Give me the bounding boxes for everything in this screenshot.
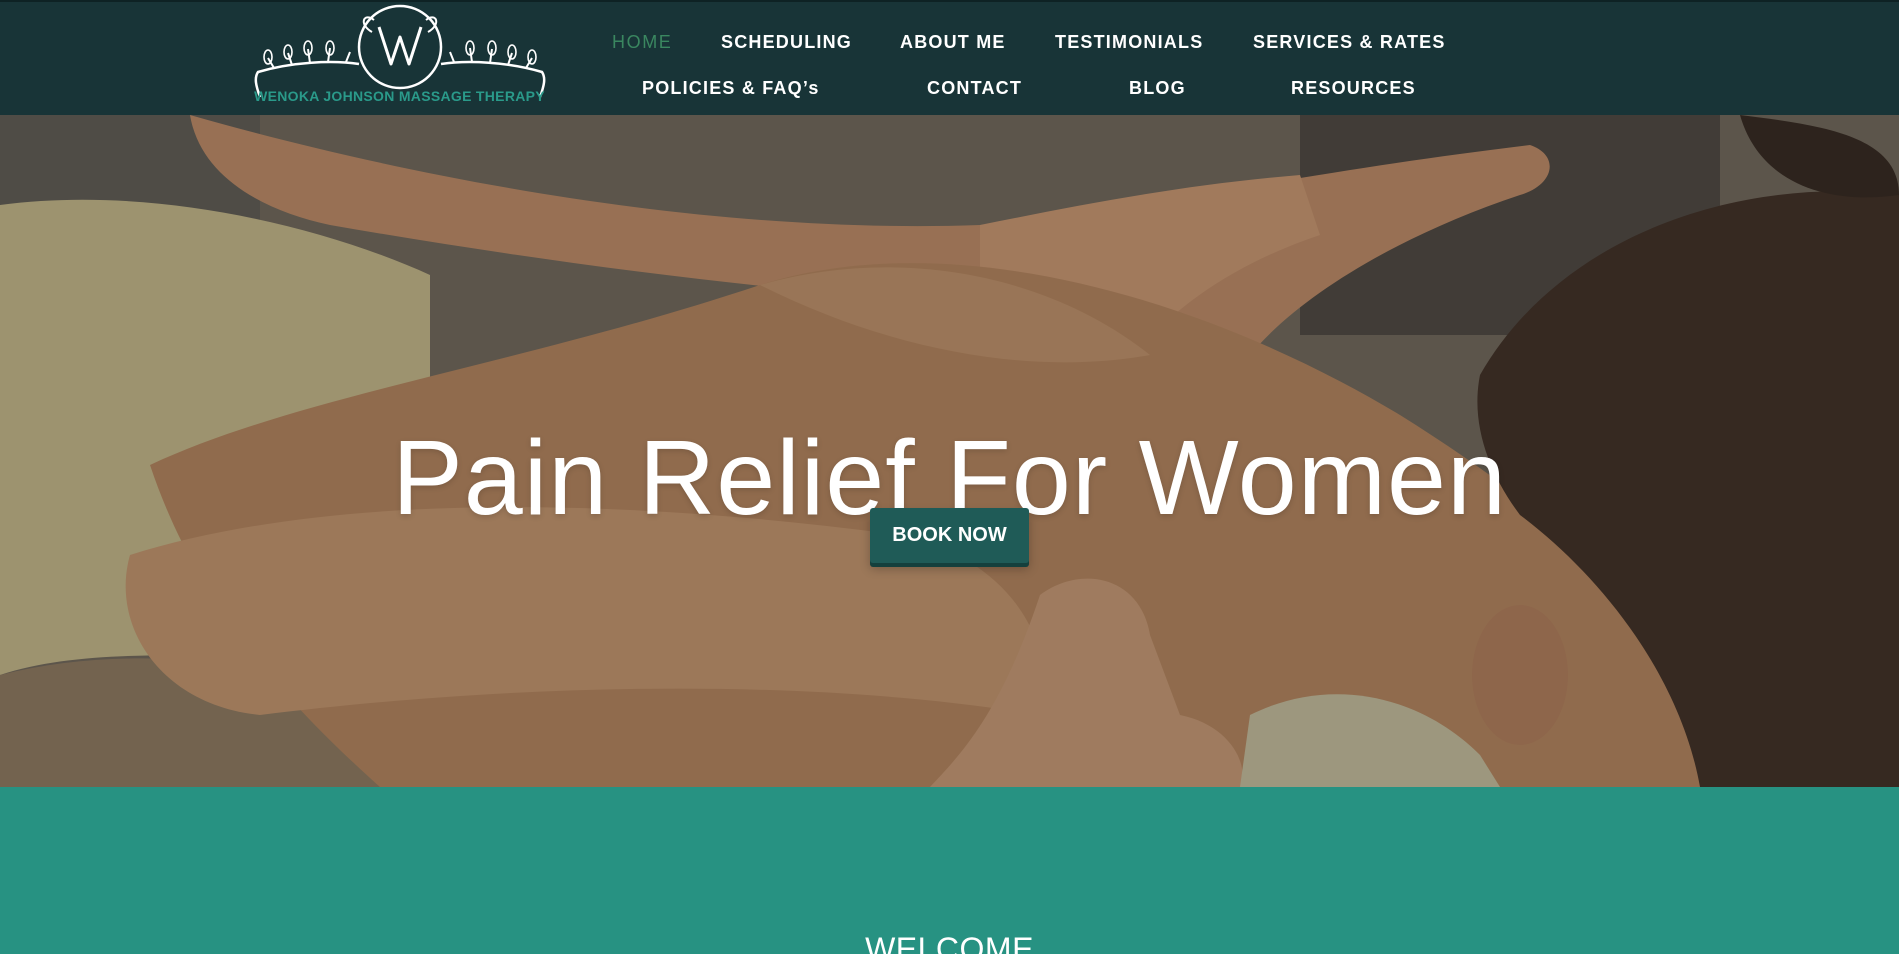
nav-about-me[interactable]: ABOUT ME xyxy=(900,32,1006,53)
logo-business-name: WENOKA JOHNSON MASSAGE THERAPY xyxy=(254,88,545,104)
site-logo[interactable]: WENOKA JOHNSON MASSAGE THERAPY xyxy=(252,2,547,110)
welcome-heading: WELCOME xyxy=(865,930,1034,967)
nav-testimonials[interactable]: TESTIMONIALS xyxy=(1055,32,1203,53)
nav-resources[interactable]: RESOURCES xyxy=(1291,78,1416,99)
nav-blog[interactable]: BLOG xyxy=(1129,78,1186,99)
site-header: WENOKA JOHNSON MASSAGE THERAPY HOME SCHE… xyxy=(0,0,1899,115)
nav-scheduling[interactable]: SCHEDULING xyxy=(721,32,852,53)
nav-policies-faqs[interactable]: POLICIES & FAQ’s xyxy=(642,78,820,99)
nav-contact[interactable]: CONTACT xyxy=(927,78,1022,99)
hero-banner: Pain Relief For Women BOOK NOW xyxy=(0,115,1899,787)
monogram-logo-icon xyxy=(254,4,546,98)
nav-home[interactable]: HOME xyxy=(612,32,672,53)
welcome-section: WELCOME xyxy=(0,787,1899,967)
nav-services-rates[interactable]: SERVICES & RATES xyxy=(1253,32,1446,53)
book-now-button[interactable]: BOOK NOW xyxy=(870,508,1029,563)
